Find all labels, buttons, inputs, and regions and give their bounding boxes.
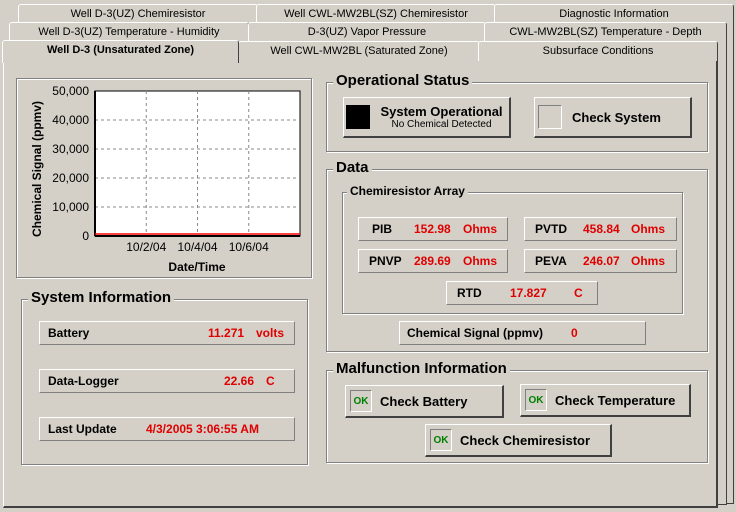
datalogger-label: Data-Logger bbox=[48, 374, 119, 388]
tab-d3-unsaturated-zone[interactable]: Well D-3 (Unsaturated Zone) bbox=[2, 40, 239, 63]
chemiresistor-array-group: Chemiresistor Array PIB 152.98 Ohms PVTD… bbox=[342, 184, 683, 314]
pvtd-label: PVTD bbox=[535, 222, 568, 236]
y-tick-label: 40,000 bbox=[52, 113, 89, 127]
pvtd-unit: Ohms bbox=[631, 222, 666, 236]
pnvp-unit: Ohms bbox=[463, 254, 498, 268]
x-tick-label: 10/4/04 bbox=[177, 240, 217, 254]
operational-status-title: Operational Status bbox=[333, 72, 473, 89]
main-panel: Chemical Signal (ppmv) Date/Time 50,000 4… bbox=[3, 60, 718, 508]
battery-unit: volts bbox=[256, 326, 285, 340]
chart-group: Chemical Signal (ppmv) Date/Time 50,000 4… bbox=[16, 78, 312, 278]
operational-status-group: Operational Status System Operational No… bbox=[326, 72, 708, 152]
system-information-group: System Information Battery 11.271 volts … bbox=[21, 289, 308, 465]
check-system-label: Check System bbox=[572, 109, 661, 125]
chart-y-label: Chemical Signal (ppmv) bbox=[30, 101, 44, 237]
y-tick-label: 50,000 bbox=[52, 84, 89, 98]
last-update-label: Last Update bbox=[48, 422, 117, 436]
system-information-title: System Information bbox=[28, 289, 175, 306]
data-group: Data Chemiresistor Array PIB 152.98 Ohms… bbox=[326, 159, 708, 352]
battery-field: Battery 11.271 volts bbox=[39, 321, 295, 345]
datalogger-unit: C bbox=[266, 374, 275, 388]
battery-label: Battery bbox=[48, 326, 90, 340]
pvtd-value: 458.84 bbox=[583, 222, 620, 236]
tab-cwl-temperature-depth[interactable]: CWL-MW2BL(SZ) Temperature - Depth bbox=[484, 22, 727, 42]
peva-unit: Ohms bbox=[631, 254, 666, 268]
x-tick-label: 10/6/04 bbox=[229, 240, 269, 254]
pnvp-field: PNVP 289.69 Ohms bbox=[358, 249, 508, 273]
chemiresistor-ok-indicator: OK bbox=[430, 429, 452, 451]
chemical-signal-field: Chemical Signal (ppmv) 0 bbox=[399, 321, 646, 345]
tab-cwl-saturated-zone[interactable]: Well CWL-MW2BL (Saturated Zone) bbox=[238, 41, 480, 61]
temperature-ok-indicator: OK bbox=[525, 389, 547, 411]
system-operational-indicator: System Operational No Chemical Detected bbox=[343, 97, 511, 138]
pib-label: PIB bbox=[372, 222, 393, 236]
rtd-value: 17.827 bbox=[510, 286, 547, 300]
data-title: Data bbox=[333, 159, 372, 176]
chemiresistor-array-title: Chemiresistor Array bbox=[347, 184, 468, 198]
tab-cwl-chemiresistor[interactable]: Well CWL-MW2BL(SZ) Chemiresistor bbox=[256, 4, 496, 24]
tab-d3-chemiresistor[interactable]: Well D-3(UZ) Chemiresistor bbox=[18, 4, 258, 24]
last-update-field: Last Update 4/3/2005 3:06:55 AM bbox=[39, 417, 295, 441]
check-battery-button[interactable]: OK Check Battery bbox=[345, 385, 504, 418]
last-update-value: 4/3/2005 3:06:55 AM bbox=[146, 422, 259, 436]
status-label: System Operational bbox=[380, 104, 503, 119]
datalogger-field: Data-Logger 22.66 C bbox=[39, 369, 295, 393]
pnvp-label: PNVP bbox=[369, 254, 402, 268]
check-temperature-button[interactable]: OK Check Temperature bbox=[520, 384, 691, 417]
chemical-signal-chart: Chemical Signal (ppmv) Date/Time 50,000 4… bbox=[30, 84, 301, 274]
y-tick-label: 30,000 bbox=[52, 142, 89, 156]
pvtd-field: PVTD 458.84 Ohms bbox=[524, 217, 677, 241]
malfunction-information-group: Malfunction Information OK Check Battery… bbox=[326, 360, 708, 463]
x-tick-label: 10/2/04 bbox=[126, 240, 166, 254]
battery-ok-indicator: OK bbox=[350, 390, 372, 412]
check-system-button[interactable]: Check System bbox=[534, 97, 692, 138]
check-chemiresistor-label: Check Chemiresistor bbox=[460, 432, 591, 448]
y-tick-label: 0 bbox=[82, 229, 89, 243]
chemical-signal-value: 0 bbox=[571, 326, 578, 340]
pib-value: 152.98 bbox=[414, 222, 451, 236]
status-light-icon bbox=[346, 105, 370, 129]
chart-x-label: Date/Time bbox=[168, 260, 225, 274]
datalogger-value: 22.66 bbox=[224, 374, 255, 388]
check-system-light-icon bbox=[538, 105, 562, 129]
pnvp-value: 289.69 bbox=[414, 254, 451, 268]
battery-value: 11.271 bbox=[208, 326, 245, 340]
tab-d3-temperature-humidity[interactable]: Well D-3(UZ) Temperature - Humidity bbox=[9, 22, 249, 42]
pib-unit: Ohms bbox=[463, 222, 498, 236]
y-tick-label: 10,000 bbox=[52, 200, 89, 214]
tab-d3-vapor-pressure[interactable]: D-3(UZ) Vapor Pressure bbox=[248, 22, 486, 42]
pib-field: PIB 152.98 Ohms bbox=[358, 217, 508, 241]
y-tick-label: 20,000 bbox=[52, 171, 89, 185]
check-chemiresistor-button[interactable]: OK Check Chemiresistor bbox=[425, 424, 612, 457]
tab-subsurface-conditions[interactable]: Subsurface Conditions bbox=[478, 41, 718, 61]
rtd-field: RTD 17.827 C bbox=[446, 281, 598, 305]
rtd-unit: C bbox=[574, 286, 583, 300]
peva-value: 246.07 bbox=[583, 254, 620, 268]
check-temperature-label: Check Temperature bbox=[555, 392, 676, 408]
check-battery-label: Check Battery bbox=[380, 393, 468, 409]
tab-diagnostic-information[interactable]: Diagnostic Information bbox=[494, 4, 734, 24]
rtd-label: RTD bbox=[457, 286, 482, 300]
malfunction-information-title: Malfunction Information bbox=[333, 360, 510, 377]
peva-label: PEVA bbox=[535, 254, 567, 268]
status-sublabel: No Chemical Detected bbox=[391, 119, 492, 130]
peva-field: PEVA 246.07 Ohms bbox=[524, 249, 677, 273]
chemical-signal-label: Chemical Signal (ppmv) bbox=[407, 326, 544, 340]
